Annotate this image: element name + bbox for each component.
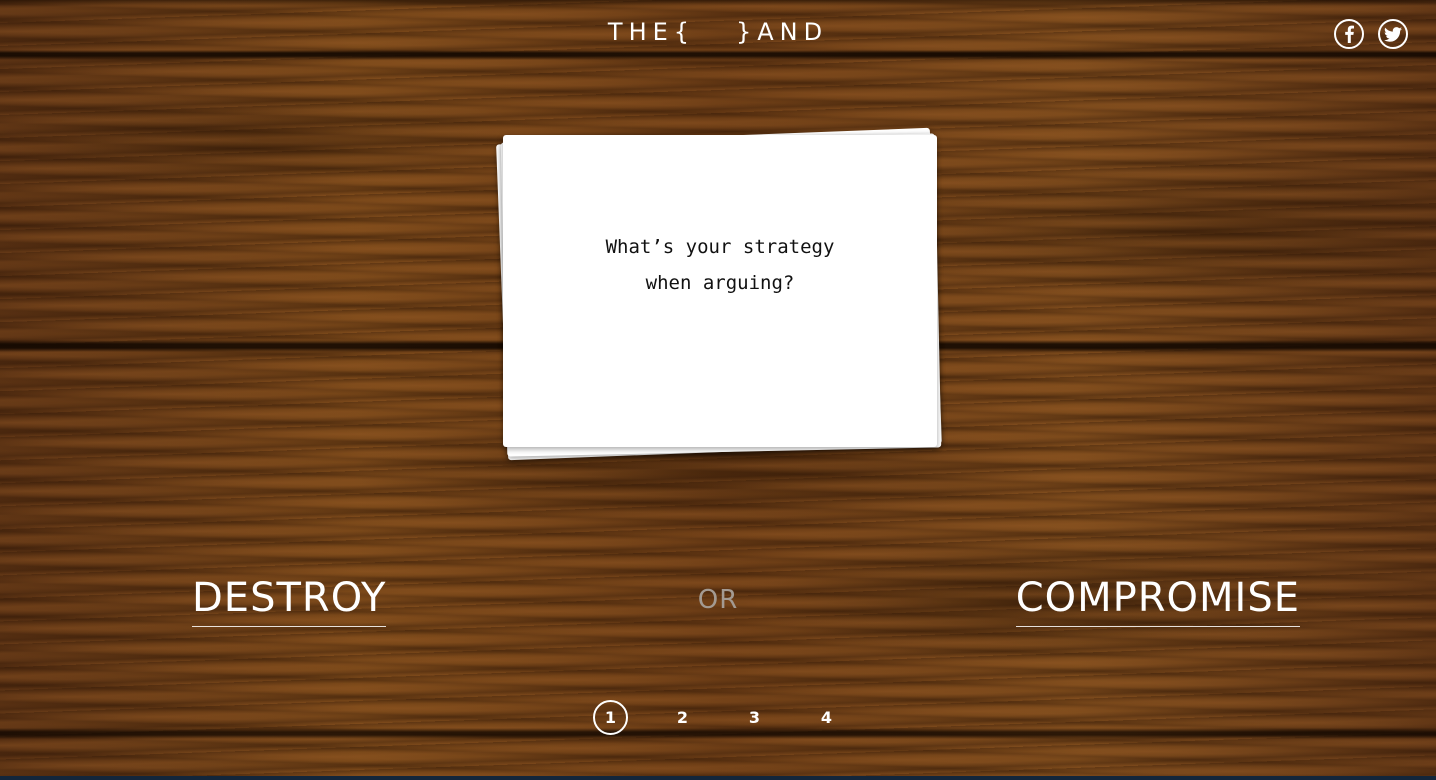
twitter-button[interactable] [1378,19,1408,49]
facebook-icon [1345,25,1354,43]
question-line: when arguing? [645,272,795,294]
card-stack: What’s your strategy when arguing? [496,127,942,461]
page-4-button[interactable]: 4 [809,700,844,735]
page-1-button[interactable]: 1 [593,700,628,735]
choice-compromise-button[interactable]: COMPROMISE [1015,574,1300,627]
question-card: What’s your strategy when arguing? [503,135,937,447]
question-line: What’s your strategy [605,236,835,258]
site-logo[interactable]: THE{ }AND [0,18,1436,46]
question-text: What’s your strategy when arguing? [606,229,835,301]
facebook-button[interactable] [1334,19,1364,49]
social-links [1334,19,1408,49]
bottom-bar [0,776,1436,780]
twitter-icon [1384,26,1402,42]
page-2-button[interactable]: 2 [665,700,700,735]
pagination: 1 2 3 4 [593,700,844,735]
page-3-button[interactable]: 3 [737,700,772,735]
